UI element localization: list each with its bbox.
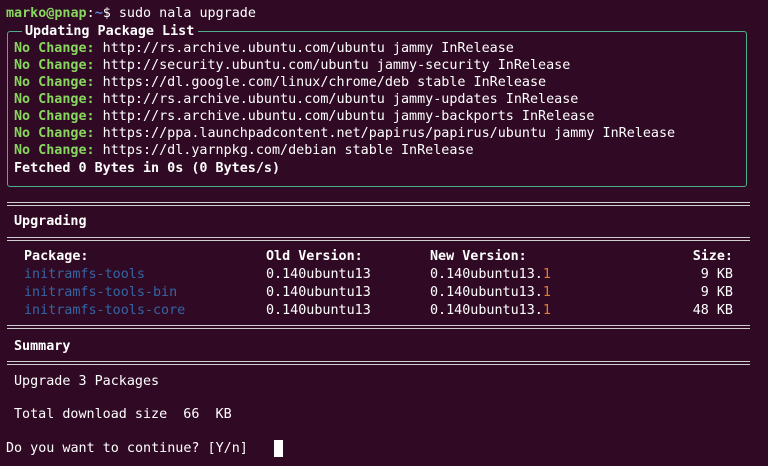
package-size: 9 KB [700,267,733,282]
update-line: No Change: http://rs.archive.ubuntu.com/… [14,91,578,108]
command-prompt: marko@pnap:~$ sudo nala upgrade [6,5,256,22]
update-status: No Change: [14,92,95,107]
update-source: https://dl.yarnpkg.com/debian stable InR… [94,143,474,158]
update-source: http://rs.archive.ubuntu.com/ubuntu jamm… [94,109,595,124]
prompt-separator: : [86,6,95,21]
update-line: No Change: https://dl.yarnpkg.com/debian… [14,142,474,159]
update-status: No Change: [14,126,95,141]
divider [7,236,750,242]
update-status: No Change: [14,75,95,90]
new-version-suffix: 1 [542,303,551,318]
text-cursor[interactable] [274,440,283,457]
column-header-old-version: Old Version: [266,249,363,264]
new-version: 0.140ubuntu13.1 [430,266,551,283]
continue-prompt: Do you want to continue? [Y/n] [6,441,256,456]
old-version: 0.140ubuntu13 [266,303,371,318]
package-name: initramfs-tools-core [24,303,186,318]
update-source: https://ppa.launchpadcontent.net/papirus… [94,126,676,141]
package-size: 9 KB [700,285,733,300]
summary-download-size: Total download size 66 KB [14,407,232,422]
summary-upgrade-count: Upgrade 3 Packages [14,374,160,389]
update-source: http://rs.archive.ubuntu.com/ubuntu jamm… [94,92,579,107]
old-version: 0.140ubuntu13 [266,267,371,282]
package-size: 48 KB [692,303,733,318]
new-version-base: 0.140ubuntu13. [430,267,543,282]
update-source: http://rs.archive.ubuntu.com/ubuntu jamm… [94,41,514,56]
column-header-package: Package: [24,249,89,264]
prompt-symbol: $ [102,6,111,21]
new-version-base: 0.140ubuntu13. [430,303,543,318]
prompt-user-host: marko@pnap [6,6,87,21]
column-header-size: Size: [692,249,733,264]
divider [7,201,750,207]
new-version-suffix: 1 [542,267,551,282]
new-version: 0.140ubuntu13.1 [430,302,551,319]
update-status: No Change: [14,58,95,73]
update-source: http://security.ubuntu.com/ubuntu jammy-… [94,58,571,73]
upgrading-heading: Upgrading [14,214,87,229]
terminal-window[interactable]: marko@pnap:~$ sudo nala upgrade Updating… [0,0,768,466]
new-version-suffix: 1 [542,285,551,300]
new-version-base: 0.140ubuntu13. [430,285,543,300]
update-line: No Change: http://rs.archive.ubuntu.com/… [14,108,594,125]
old-version: 0.140ubuntu13 [266,285,371,300]
update-line: No Change: https://ppa.launchpadcontent.… [14,125,675,142]
column-header-new-version: New Version: [430,249,527,264]
divider [7,360,750,366]
update-status: No Change: [14,109,95,124]
update-box-title: Updating Package List [22,23,199,40]
prompt-command: sudo nala upgrade [110,6,256,21]
update-line: No Change: http://security.ubuntu.com/ub… [14,57,570,74]
new-version: 0.140ubuntu13.1 [430,284,551,301]
update-line: No Change: https://dl.google.com/linux/c… [14,74,546,91]
divider [7,324,750,330]
summary-heading: Summary [14,339,71,354]
package-name: initramfs-tools-bin [24,285,178,300]
update-source: https://dl.google.com/linux/chrome/deb s… [94,75,547,90]
update-status: No Change: [14,143,95,158]
fetched-summary: Fetched 0 Bytes in 0s (0 Bytes/s) [14,161,281,176]
update-line: No Change: http://rs.archive.ubuntu.com/… [14,40,514,57]
package-name: initramfs-tools [24,267,145,282]
prompt-path: ~ [94,6,103,21]
update-status: No Change: [14,41,95,56]
